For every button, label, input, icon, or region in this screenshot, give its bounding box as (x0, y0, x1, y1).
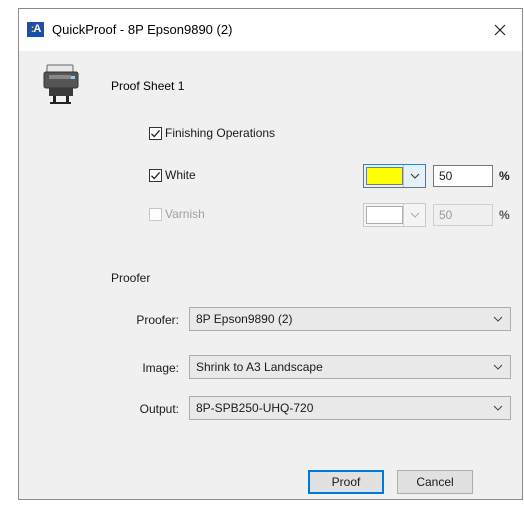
output-field-label: Output: (139, 402, 179, 416)
proofer-dropdown[interactable]: 8P Epson9890 (2) (189, 307, 511, 331)
checkmark-icon (151, 129, 161, 137)
finishing-operations-label: Finishing Operations (165, 126, 276, 140)
white-percent-input[interactable]: 50 (433, 165, 493, 187)
white-checkbox[interactable]: White (149, 168, 196, 182)
image-dropdown-value: Shrink to A3 Landscape (196, 360, 323, 374)
checkbox-box[interactable] (149, 168, 162, 182)
white-percent-unit: % (499, 169, 510, 183)
varnish-percent-input[interactable]: 50 (433, 204, 493, 226)
window-title: QuickProof - 8P Epson9890 (2) (52, 22, 233, 37)
close-button[interactable] (478, 9, 522, 51)
printer-icon (43, 64, 79, 104)
close-icon (494, 24, 506, 36)
chevron-down-icon (493, 405, 503, 411)
checkbox-box[interactable] (149, 126, 162, 140)
chevron-down-icon (493, 364, 503, 370)
output-dropdown[interactable]: 8P-SPB250-UHQ-720 (189, 396, 511, 420)
chevron-down-icon[interactable] (403, 165, 425, 187)
image-dropdown[interactable]: Shrink to A3 Landscape (189, 355, 511, 379)
chevron-down-icon[interactable] (403, 204, 425, 226)
proofer-field-label: Proofer: (136, 313, 179, 327)
white-color-swatch (366, 167, 403, 185)
white-color-picker[interactable] (363, 164, 426, 188)
output-dropdown-value: 8P-SPB250-UHQ-720 (196, 401, 314, 415)
proof-button[interactable]: Proof (308, 470, 384, 494)
app-logo-icon: :A (27, 22, 44, 37)
chevron-down-icon (493, 316, 503, 322)
varnish-checkbox[interactable]: Varnish (149, 207, 205, 221)
varnish-percent-unit: % (499, 208, 510, 222)
cancel-button[interactable]: Cancel (397, 470, 473, 494)
varnish-color-picker[interactable] (363, 203, 426, 227)
proofer-dropdown-value: 8P Epson9890 (2) (196, 312, 293, 326)
checkbox-box[interactable] (149, 207, 162, 221)
image-field-label: Image: (142, 361, 179, 375)
title-bar: :A QuickProof - 8P Epson9890 (2) (19, 9, 522, 51)
white-label: White (165, 168, 196, 182)
quickproof-dialog: :A QuickProof - 8P Epson9890 (2) Proof S… (18, 8, 523, 500)
varnish-label: Varnish (165, 207, 205, 221)
varnish-color-swatch (366, 206, 403, 224)
proof-sheet-title: Proof Sheet 1 (111, 79, 185, 93)
finishing-operations-checkbox[interactable]: Finishing Operations (149, 126, 275, 140)
checkmark-icon (151, 171, 161, 179)
proofer-section-heading: Proofer (111, 271, 151, 285)
